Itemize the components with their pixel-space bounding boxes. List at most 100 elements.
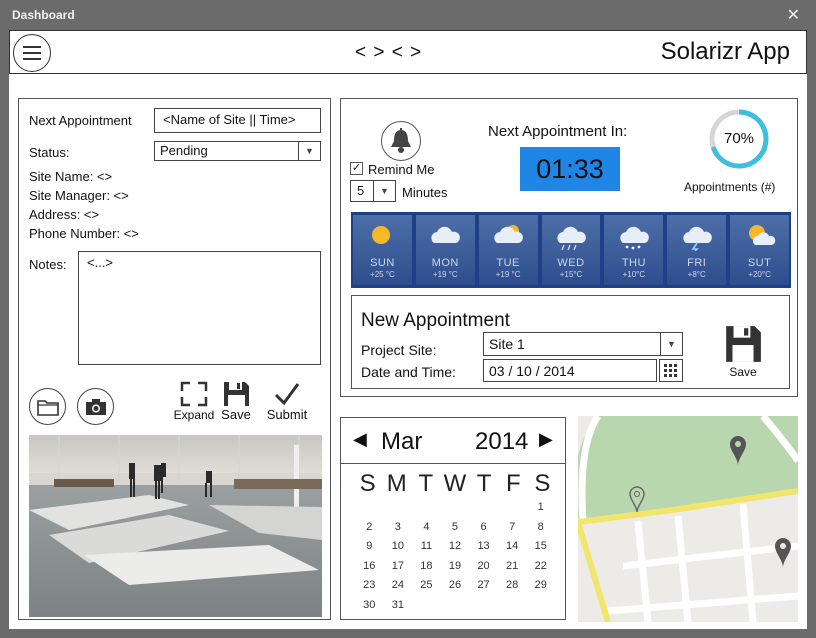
calendar-day[interactable]: 10: [384, 537, 413, 557]
app-window: Dashboard ✕ < > < > Solarizr App Next Ap…: [0, 0, 816, 638]
app-title: Solarizr App: [660, 38, 790, 65]
calendar-day: [412, 596, 441, 616]
calendar-day[interactable]: 30: [355, 596, 384, 616]
project-site-label: Project Site:: [361, 342, 437, 358]
calendar-day[interactable]: 20: [469, 557, 498, 577]
calendar-day[interactable]: 11: [412, 537, 441, 557]
next-appointment-in-label: Next Appointment In:: [488, 123, 628, 140]
chevron-down-icon: ▼: [373, 181, 395, 201]
bell-button[interactable]: [381, 121, 421, 161]
remind-me-checkbox[interactable]: ✓: [350, 162, 363, 175]
phone-number: Phone Number: <>: [29, 226, 139, 241]
nav-arrows[interactable]: < > < >: [355, 42, 422, 64]
calendar-day[interactable]: 31: [384, 596, 413, 616]
calendar-day[interactable]: 7: [498, 518, 527, 538]
checkmark-icon: [274, 383, 300, 406]
calendar-weekday: S: [534, 470, 551, 497]
calendar-day[interactable]: 6: [469, 518, 498, 538]
rain-cloud-icon: [557, 226, 586, 251]
expand-icon: [180, 381, 208, 407]
calendar-day[interactable]: 21: [498, 557, 527, 577]
calendar-day[interactable]: 22: [526, 557, 555, 577]
new-appointment-save-button[interactable]: Save: [720, 324, 766, 379]
weather-day-name: THU: [621, 257, 646, 269]
minutes-label: Minutes: [402, 185, 448, 200]
sun-icon: [372, 226, 391, 244]
calendar-day[interactable]: 13: [469, 537, 498, 557]
project-site-dropdown[interactable]: Site 1 ▼: [483, 332, 683, 356]
hamburger-menu-button[interactable]: [13, 34, 51, 72]
calendar-day[interactable]: 29: [526, 576, 555, 596]
calendar-day[interactable]: 4: [412, 518, 441, 538]
calendar-weekday: F: [505, 470, 521, 497]
submit-label: Submit: [266, 407, 308, 422]
calendar-day: [469, 596, 498, 616]
title-bar: Dashboard ✕: [0, 0, 816, 30]
weather-day: SUN +25 °C: [353, 215, 412, 285]
next-month-icon[interactable]: ▶: [539, 429, 553, 450]
new-appointment-heading: New Appointment: [361, 310, 510, 331]
site-photo: [29, 435, 322, 617]
calendar-day[interactable]: 15: [526, 537, 555, 557]
calendar-day[interactable]: 3: [384, 518, 413, 538]
weather-day-name: FRI: [687, 257, 707, 269]
calendar-day[interactable]: 19: [441, 557, 470, 577]
map-view[interactable]: [578, 416, 798, 622]
date-time-input[interactable]: 03 / 10 / 2014: [483, 359, 657, 382]
chevron-down-icon: ▼: [298, 142, 320, 160]
calendar-day: [498, 596, 527, 616]
calendar-day[interactable]: 14: [498, 537, 527, 557]
calendar-month: Mar: [381, 428, 423, 455]
weather-day-temp: +10°C: [622, 270, 646, 279]
folder-button[interactable]: [29, 388, 66, 425]
calendar-day[interactable]: 1: [526, 498, 555, 518]
snow-cloud-icon: [620, 226, 649, 250]
calendar-day[interactable]: 26: [441, 576, 470, 596]
calendar-day: [441, 498, 470, 518]
submit-button[interactable]: Submit: [262, 381, 312, 422]
camera-button[interactable]: [77, 388, 114, 425]
calendar-day[interactable]: 27: [469, 576, 498, 596]
calendar-weekdays: SMTWTFS: [353, 470, 557, 498]
remind-me-label: Remind Me: [368, 162, 435, 177]
weather-day-temp: +19 °C: [495, 270, 521, 279]
bell-icon: [391, 128, 411, 153]
calendar-day: [412, 498, 441, 518]
progress-value: 70%: [723, 130, 755, 147]
expand-button[interactable]: Expand: [173, 381, 215, 422]
calendar-widget: ◀ Mar 2014 ▶ SMTWTFS 1 2 3 4 5 6 7 8 9 10 11 12 13 14…: [340, 417, 566, 620]
close-icon[interactable]: ✕: [787, 5, 800, 25]
calendar-day[interactable]: 28: [498, 576, 527, 596]
expand-label: Expand: [173, 408, 215, 422]
calendar-day[interactable]: 17: [384, 557, 413, 577]
save-button[interactable]: Save: [217, 381, 255, 422]
calendar-day[interactable]: 12: [441, 537, 470, 557]
minutes-dropdown[interactable]: 5 ▼: [350, 180, 396, 202]
calendar-picker-button[interactable]: [659, 359, 683, 382]
weather-day-name: WED: [557, 257, 585, 269]
calendar-day[interactable]: 2: [355, 518, 384, 538]
calendar-day[interactable]: 24: [384, 576, 413, 596]
calendar-day[interactable]: 23: [355, 576, 384, 596]
notes-textarea[interactable]: <...>: [78, 251, 321, 365]
date-time-label: Date and Time:: [361, 364, 456, 380]
calendar-day[interactable]: 18: [412, 557, 441, 577]
weather-day-name: SUT: [747, 257, 772, 269]
calendar-day[interactable]: 5: [441, 518, 470, 538]
next-appointment-field[interactable]: <Name of Site || Time>: [154, 108, 321, 133]
new-appointment-save-label: Save: [729, 365, 757, 379]
prev-month-icon[interactable]: ◀: [353, 429, 367, 450]
countdown-timer: 01:33: [520, 147, 620, 191]
new-appointment-form: New Appointment Project Site: Site 1 ▼ D…: [351, 295, 790, 389]
calendar-weekday: T: [476, 470, 492, 497]
status-dropdown[interactable]: Pending ▼: [154, 141, 321, 161]
weather-day: FRI +8°C: [667, 215, 727, 285]
weather-day-temp: +15°C: [559, 270, 583, 279]
appointments-label: Appointments (#): [684, 180, 776, 194]
status-label: Status:: [29, 145, 70, 160]
weather-day-name: SUN: [370, 257, 395, 269]
calendar-day[interactable]: 25: [412, 576, 441, 596]
calendar-day[interactable]: 9: [355, 537, 384, 557]
calendar-day[interactable]: 8: [526, 518, 555, 538]
calendar-day[interactable]: 16: [355, 557, 384, 577]
